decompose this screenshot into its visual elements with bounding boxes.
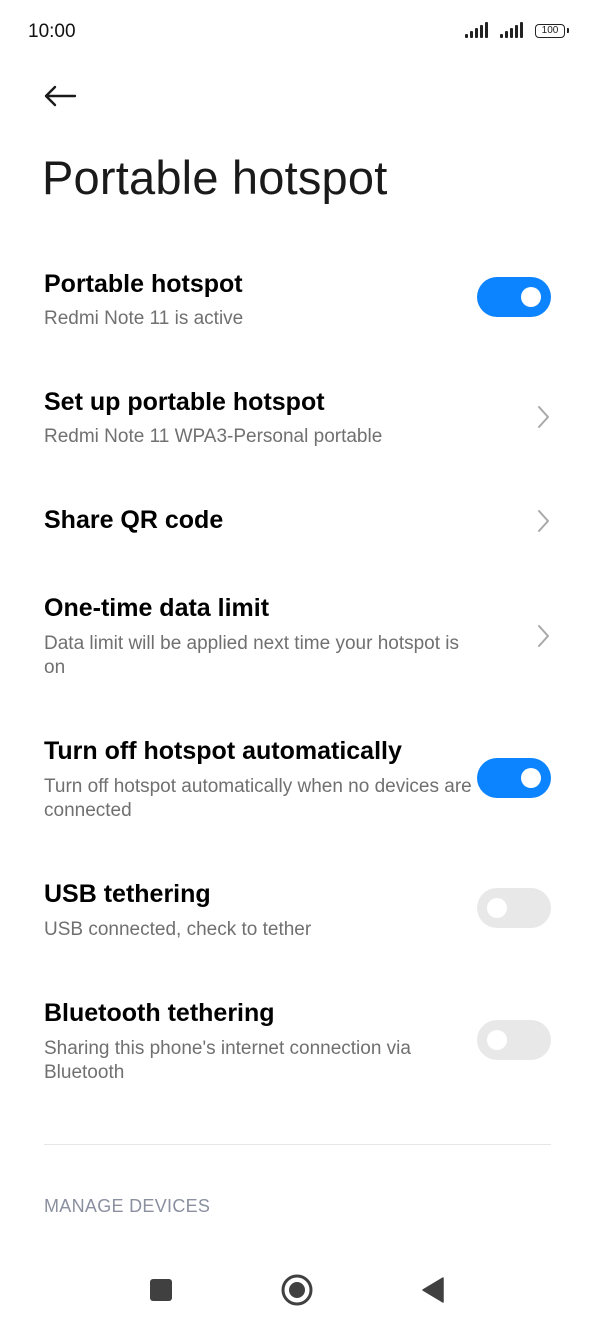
setting-usb-tethering[interactable]: USB tethering USB connected, check to te… [0, 872, 595, 952]
setting-title: One-time data limit [44, 594, 270, 622]
setting-title: Set up portable hotspot [44, 388, 325, 416]
setting-subtitle: Redmi Note 11 is active [44, 308, 244, 329]
setting-share-qr-code[interactable]: Share QR code [0, 498, 595, 548]
setting-portable-hotspot[interactable]: Portable hotspot Redmi Note 11 is active [0, 262, 595, 342]
portable-hotspot-toggle[interactable] [477, 277, 551, 317]
signal-strength-icon [465, 22, 488, 38]
nav-back-button[interactable] [413, 1270, 453, 1310]
section-header-manage-devices: MANAGE DEVICES [44, 1196, 211, 1216]
battery-icon: 100 [535, 24, 569, 38]
setting-turn-off-automatically[interactable]: Turn off hotspot automatically Turn off … [0, 729, 595, 829]
setting-title: Share QR code [44, 506, 224, 534]
chevron-right-icon [538, 406, 549, 428]
page-title: Portable hotspot [42, 151, 388, 204]
chevron-right-icon [538, 510, 549, 532]
arrow-left-icon [44, 85, 77, 107]
divider [44, 1144, 551, 1145]
setting-set-up-hotspot[interactable]: Set up portable hotspot Redmi Note 11 WP… [0, 380, 595, 460]
setting-title: Bluetooth tethering [44, 999, 275, 1027]
turn-off-automatically-toggle[interactable] [477, 758, 551, 798]
bluetooth-tethering-toggle[interactable] [477, 1020, 551, 1060]
setting-one-time-data-limit[interactable]: One-time data limit Data limit will be a… [0, 586, 595, 686]
setting-subtitle: Redmi Note 11 WPA3-Personal portable [44, 426, 383, 447]
recents-button[interactable] [141, 1270, 181, 1310]
setting-subtitle: USB connected, check to tether [44, 919, 312, 940]
square-icon [150, 1279, 172, 1301]
toggle-knob [521, 287, 541, 307]
status-icons: 100 [465, 22, 569, 38]
setting-title: USB tethering [44, 880, 211, 908]
setting-title: Turn off hotspot automatically [44, 737, 402, 765]
chevron-right-icon [538, 625, 549, 647]
home-button[interactable] [277, 1270, 317, 1310]
battery-level: 100 [541, 25, 559, 36]
status-bar: 10:00 100 [0, 0, 595, 64]
toggle-knob [487, 898, 507, 918]
setting-subtitle: Data limit will be applied next time you… [44, 633, 460, 678]
setting-subtitle: Turn off hotspot automatically when no d… [44, 776, 472, 821]
toggle-knob [521, 768, 541, 788]
triangle-back-icon [422, 1277, 444, 1303]
signal-strength-icon-2 [500, 22, 523, 38]
setting-subtitle: Sharing this phone's internet connection… [44, 1038, 411, 1083]
circle-home-icon [281, 1274, 313, 1306]
toggle-knob [487, 1030, 507, 1050]
back-button[interactable] [40, 78, 80, 114]
setting-bluetooth-tethering[interactable]: Bluetooth tethering Sharing this phone's… [0, 991, 595, 1091]
navigation-bar [0, 1250, 595, 1324]
usb-tethering-toggle[interactable] [477, 888, 551, 928]
status-time: 10:00 [28, 21, 76, 42]
setting-title: Portable hotspot [44, 270, 243, 298]
